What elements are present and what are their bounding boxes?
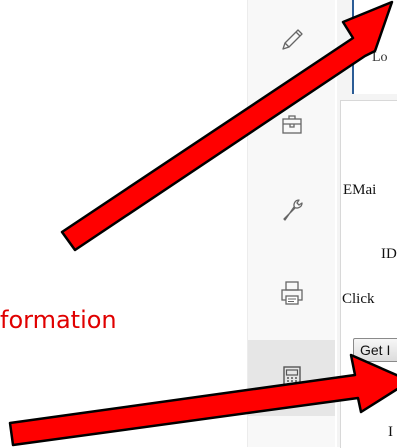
upper-red-arrow (60, 0, 394, 252)
annotation-arrows (8, 0, 397, 447)
lower-red-arrow (8, 353, 397, 447)
